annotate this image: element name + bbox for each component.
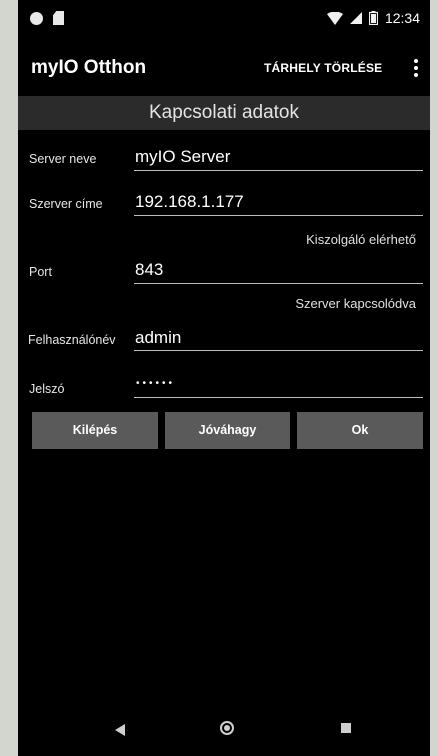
username-underline — [134, 350, 423, 351]
password-input[interactable]: •••••• — [136, 378, 175, 389]
username-input[interactable]: admin — [135, 328, 181, 348]
server-address-underline — [134, 215, 423, 216]
status-left-icons — [30, 11, 64, 25]
section-title: Kapcsolati adatok — [18, 96, 430, 130]
approve-button[interactable]: Jóváhagy — [165, 412, 290, 449]
server-status-text: Kiszolgáló elérhető — [306, 232, 416, 247]
exit-button[interactable]: Kilépés — [32, 412, 158, 449]
recent-apps-icon[interactable] — [341, 723, 351, 733]
port-input[interactable]: 843 — [135, 260, 163, 280]
more-vert-icon[interactable] — [414, 59, 418, 79]
username-label: Felhasználónév — [28, 333, 116, 347]
notification-dot-icon — [30, 11, 43, 25]
home-icon[interactable] — [220, 721, 234, 735]
app-title: myIO Otthon — [31, 57, 147, 78]
wifi-icon — [326, 11, 343, 25]
server-name-underline — [134, 170, 423, 171]
status-bar: 12:34 — [18, 0, 430, 40]
password-underline — [134, 397, 423, 398]
clear-storage-button[interactable]: TÁRHELY TÖRLÉSE — [264, 61, 382, 75]
password-label: Jelszó — [29, 382, 65, 396]
status-time: 12:34 — [384, 10, 420, 26]
navigation-bar — [18, 706, 430, 756]
port-label: Port — [29, 265, 52, 279]
ok-button[interactable]: Ok — [297, 412, 423, 449]
app-bar: myIO Otthon TÁRHELY TÖRLÉSE — [18, 40, 430, 96]
server-address-label: Szerver címe — [29, 197, 103, 211]
port-status-text: Szerver kapcsolódva — [295, 296, 416, 311]
server-address-input[interactable]: 192.168.1.177 — [135, 192, 244, 212]
sd-card-icon — [53, 11, 64, 25]
signal-icon — [349, 12, 362, 24]
server-name-label: Server neve — [29, 152, 97, 166]
port-underline — [134, 283, 423, 284]
battery-icon — [368, 11, 378, 25]
status-right-icons: 12:34 — [326, 10, 420, 26]
server-name-input[interactable]: myIO Server — [135, 147, 230, 167]
back-icon[interactable] — [115, 724, 125, 736]
phone-screen: 12:34 myIO Otthon TÁRHELY TÖRLÉSE Kapcso… — [18, 0, 430, 756]
